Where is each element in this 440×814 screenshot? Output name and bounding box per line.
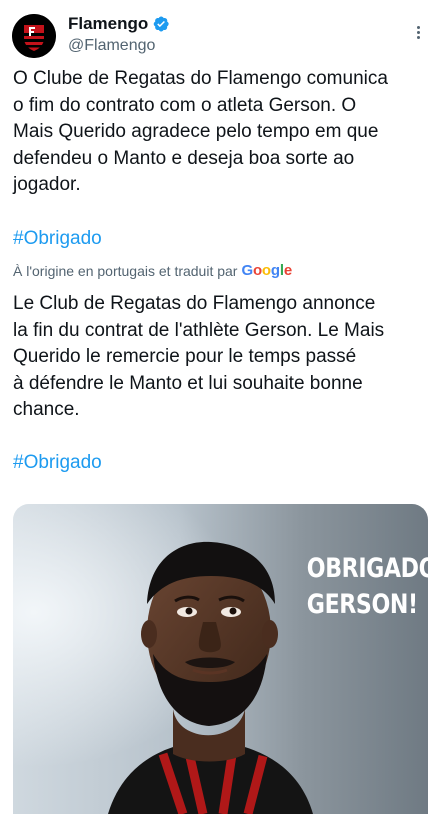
media-overlay-text: OBRIGADO, GERSON! [306,551,428,623]
tweet-original-text: O Clube de Regatas do Flamengo comunica … [13,68,388,195]
tweet-media-image[interactable]: OBRIGADO, GERSON! [13,504,428,814]
account-name[interactable]: Flamengo [68,14,148,34]
flamengo-crest-icon [12,14,56,58]
translation-note-text: À l'origine en portugais et traduit par [13,262,238,279]
translated-hashtag-link[interactable]: #Obrigado [13,452,102,474]
google-logo[interactable]: Google [241,262,292,279]
tweet-translated-text: Le Club de Regatas do Flamengo annonce l… [13,293,385,420]
overlay-line-2: GERSON! [306,589,418,620]
verified-badge-icon [154,16,169,32]
overlay-line-1: OBRIGADO, [306,553,428,584]
account-name-row[interactable]: Flamengo [68,14,170,34]
more-options-icon[interactable] [408,22,428,42]
avatar[interactable] [12,14,56,58]
account-handle[interactable]: @Flamengo [68,37,155,55]
hashtag-link[interactable]: #Obrigado [13,228,102,250]
translation-note: À l'origine en portugais et traduit par … [13,262,292,279]
